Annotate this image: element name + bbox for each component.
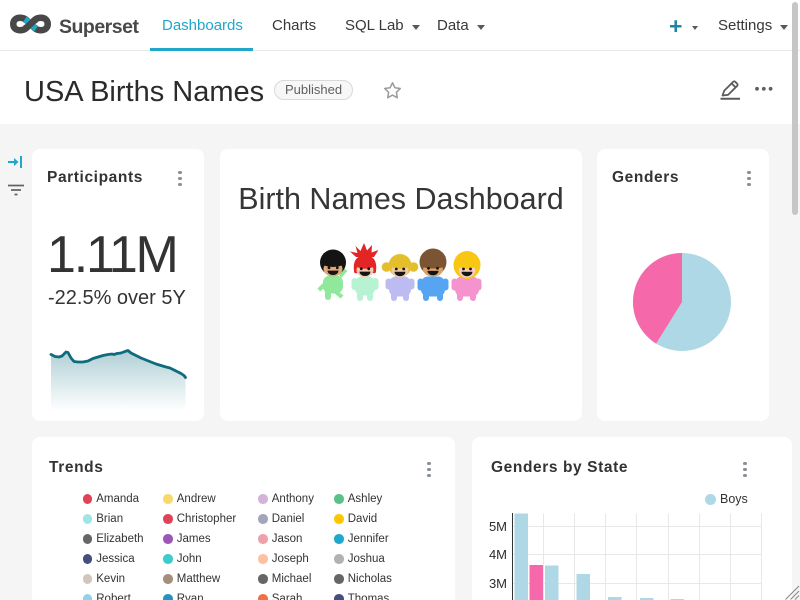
svg-text:5M: 5M xyxy=(489,519,507,534)
svg-text:4M: 4M xyxy=(489,547,507,562)
svg-text:3M: 3M xyxy=(489,576,507,591)
